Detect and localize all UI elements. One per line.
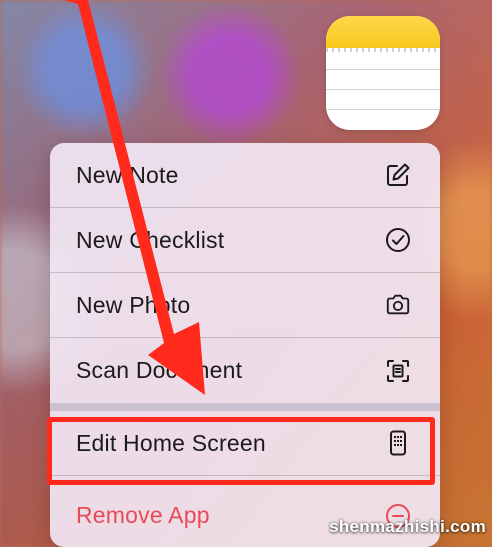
watermark-text: shenmazhishi.com [329,517,486,536]
checkmark-circle-icon [384,226,412,254]
notes-app-icon[interactable] [326,16,440,130]
phone-grid-icon [384,429,412,457]
menu-item-label: New Checklist [76,226,225,253]
menu-item-new-photo[interactable]: New Photo [50,273,440,338]
menu-item-label: Edit Home Screen [76,429,266,456]
notes-icon-line [326,109,440,110]
menu-item-scan-document[interactable]: Scan Document [50,338,440,403]
menu-item-label: Scan Document [76,357,243,383]
menu-item-remove-app[interactable]: Remove App [50,483,440,547]
notes-icon-line [326,89,440,90]
menu-item-new-checklist[interactable]: New Checklist [50,208,440,273]
notes-icon-perforation [326,48,440,52]
camera-icon [384,291,412,319]
menu-item-label: Remove App [76,502,210,528]
notes-icon-line [326,69,440,70]
menu-item-new-note[interactable]: New Note [50,143,440,208]
menu-item-edit-home-screen[interactable]: Edit Home Screen [50,411,440,476]
compose-icon [384,161,412,189]
menu-item-label: New Note [76,161,179,188]
menu-item-label: New Photo [76,291,191,318]
notes-icon-yellow-band [326,16,440,48]
menu-section-separator [50,403,440,411]
document-scan-icon [384,357,412,385]
quick-actions-menu: New Note New Checklist New Photo Scan Do… [50,143,440,547]
